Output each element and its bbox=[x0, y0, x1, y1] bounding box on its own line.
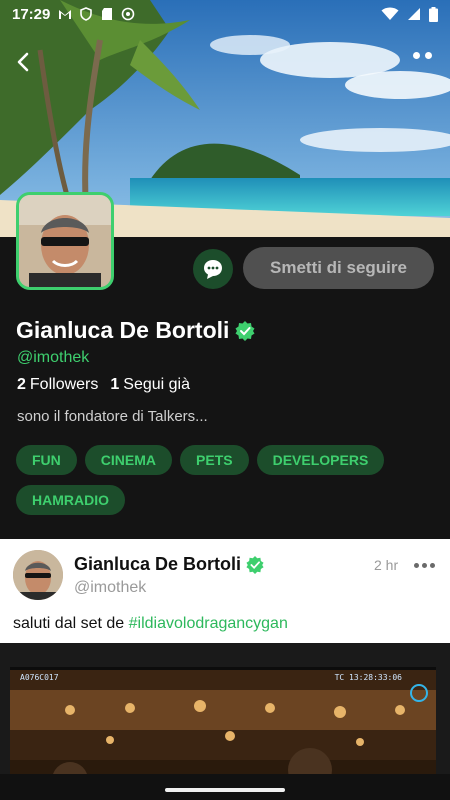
chat-bubble-icon bbox=[204, 260, 222, 279]
media-hud-clip: A076C017 bbox=[20, 673, 59, 682]
profile-handle: @imothek bbox=[17, 349, 90, 366]
profile-name-row: Gianluca De Bortoli bbox=[16, 317, 255, 344]
tag-hamradio[interactable]: HAMRADIO bbox=[16, 485, 125, 515]
tag-pets[interactable]: PETS bbox=[180, 445, 249, 475]
sd-card-icon bbox=[102, 8, 113, 20]
profile-bio: sono il fondatore di Talkers... bbox=[17, 408, 208, 425]
tag-developers[interactable]: DEVELOPERS bbox=[256, 445, 385, 475]
post-handle: @imothek bbox=[74, 579, 147, 596]
post-text: saluti dal set de #ildiavolodragancygan bbox=[13, 615, 288, 633]
following-label[interactable]: Segui già bbox=[123, 376, 190, 394]
post-avatar[interactable] bbox=[13, 550, 63, 600]
post-more-options-icon[interactable] bbox=[414, 563, 435, 568]
following-count[interactable]: 1 bbox=[110, 376, 119, 394]
unfollow-button[interactable]: Smetti di seguire bbox=[243, 247, 434, 289]
tag-fun[interactable]: FUN bbox=[16, 445, 77, 475]
message-button[interactable] bbox=[193, 249, 233, 289]
post-body: saluti dal set de bbox=[13, 615, 129, 632]
post-card[interactable]: Gianluca De Bortoli @imothek 2 hr saluti… bbox=[0, 539, 450, 800]
navigation-bar bbox=[0, 774, 450, 800]
post-author-row: Gianluca De Bortoli bbox=[74, 554, 264, 575]
followers-label[interactable]: Followers bbox=[30, 376, 98, 394]
back-button[interactable] bbox=[10, 48, 38, 76]
interest-tags: FUN CINEMA PETS DEVELOPERS HAMRADIO bbox=[16, 445, 436, 515]
app-icon bbox=[122, 7, 135, 21]
profile-avatar[interactable] bbox=[16, 192, 114, 290]
gmail-icon bbox=[59, 10, 72, 19]
media-hud-timecode: TC 13:28:33:06 bbox=[334, 673, 402, 682]
battery-icon bbox=[429, 6, 438, 22]
followers-count[interactable]: 2 bbox=[17, 376, 26, 394]
verified-badge-icon bbox=[246, 555, 264, 574]
home-indicator[interactable] bbox=[165, 788, 285, 792]
status-time: 17:29 bbox=[12, 5, 51, 23]
wifi-icon bbox=[381, 7, 399, 20]
post-author[interactable]: Gianluca De Bortoli bbox=[74, 554, 241, 575]
follow-stats: 2 Followers 1 Segui già bbox=[17, 376, 190, 394]
more-options-icon[interactable] bbox=[413, 52, 432, 59]
profile-name: Gianluca De Bortoli bbox=[16, 317, 230, 343]
status-bar: 17:29 bbox=[0, 0, 450, 28]
verified-badge-icon bbox=[235, 320, 255, 341]
tag-cinema[interactable]: CINEMA bbox=[84, 445, 173, 475]
signal-icon bbox=[408, 8, 420, 20]
shield-icon bbox=[80, 7, 93, 21]
zoom-icon[interactable] bbox=[410, 684, 428, 702]
post-time: 2 hr bbox=[374, 557, 399, 573]
post-hashtag[interactable]: #ildiavolodragancygan bbox=[129, 615, 288, 632]
